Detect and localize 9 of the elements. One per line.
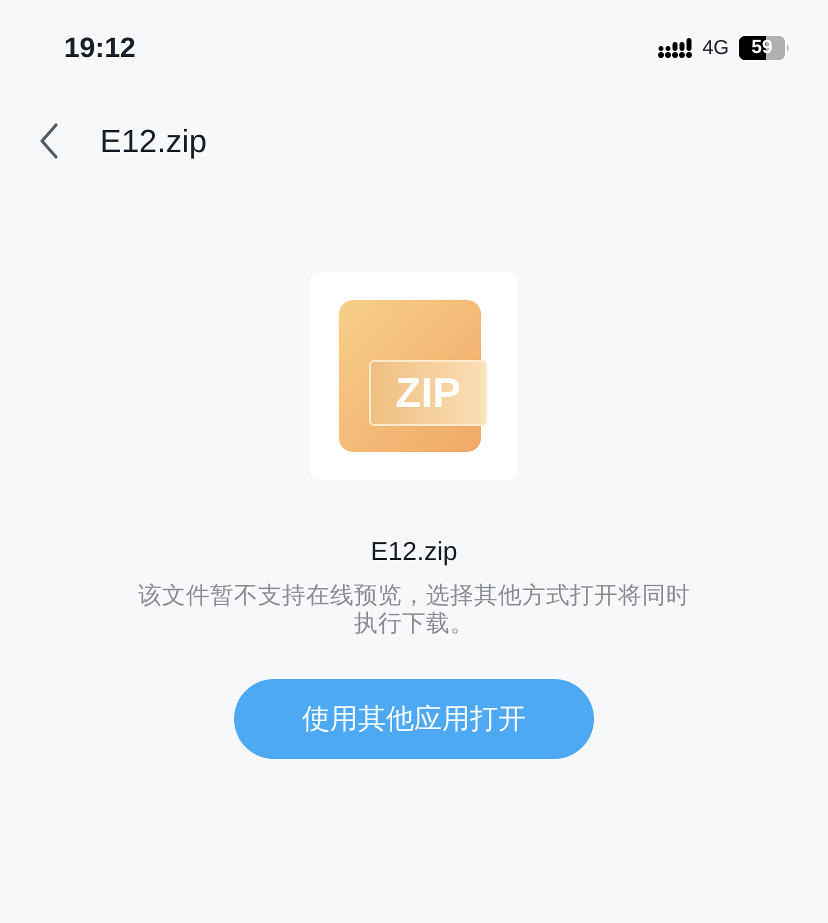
page-title: E12.zip bbox=[100, 122, 207, 160]
open-with-button[interactable]: 使用其他应用打开 bbox=[234, 679, 594, 759]
zip-badge: ZIP bbox=[369, 360, 487, 426]
status-time: 19:12 bbox=[64, 32, 136, 64]
signal-icon bbox=[658, 37, 692, 59]
preview-message: 该文件暂不支持在线预览，选择其他方式打开将同时执行下载。 bbox=[137, 581, 691, 637]
network-label: 4G bbox=[702, 36, 729, 60]
file-name: E12.zip bbox=[370, 536, 458, 567]
battery-tip-icon bbox=[787, 44, 790, 52]
